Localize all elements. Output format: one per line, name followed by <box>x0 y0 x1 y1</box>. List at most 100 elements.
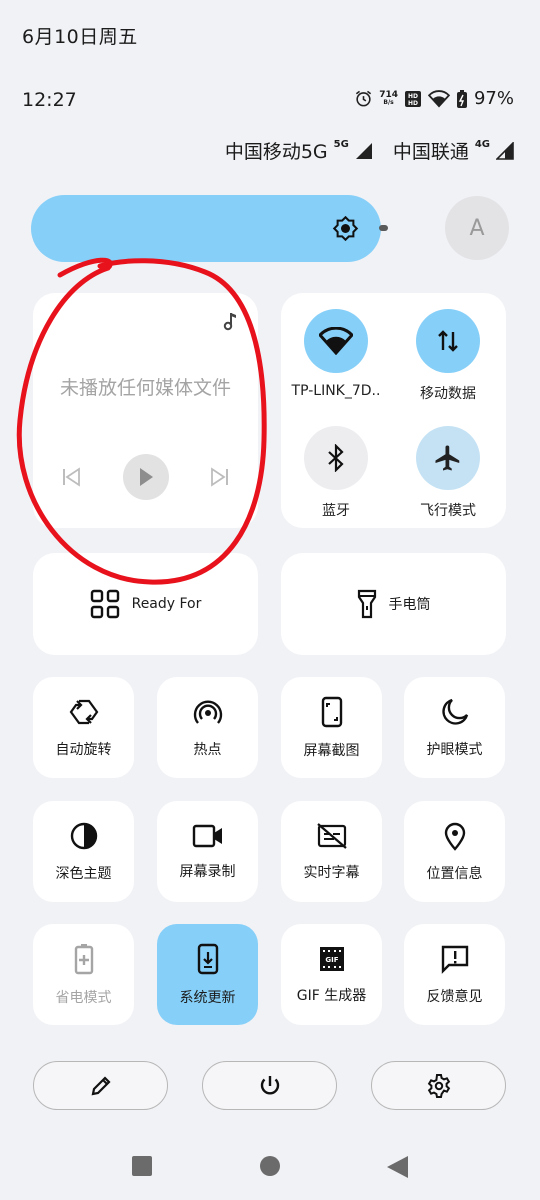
battery-saver-icon <box>74 943 93 974</box>
tile-airplane-mode[interactable]: 飞行模式 <box>393 426 503 520</box>
tile-label: GIF 生成器 <box>296 987 367 1004</box>
back-icon[interactable] <box>385 1155 409 1179</box>
tile-label: 蓝牙 <box>322 503 350 519</box>
tile-label: TP-LINK_7D.. <box>291 383 381 399</box>
carrier-1-gen: 5G <box>333 139 349 150</box>
power-button[interactable] <box>202 1061 337 1110</box>
dark-theme-tile[interactable]: 深色主题 <box>33 801 134 902</box>
tile-label: 实时字幕 <box>303 864 360 881</box>
tile-label: 系统更新 <box>179 989 236 1006</box>
moon-icon <box>441 698 468 725</box>
wifi-status-icon <box>427 89 450 108</box>
tile-mobile-data[interactable]: 移动数据 <box>393 309 503 403</box>
date-label: 6月10日周五 <box>22 26 138 48</box>
brightness-slider-handle[interactable] <box>379 225 388 231</box>
battery-icon <box>456 89 467 108</box>
flashlight-tile[interactable]: 手电筒 <box>281 553 506 655</box>
auto-rotate-tile[interactable]: 自动旋转 <box>33 677 134 778</box>
wifi-toggle[interactable] <box>304 309 368 373</box>
screen-record-tile[interactable]: 屏幕录制 <box>157 801 258 902</box>
svg-text:HD: HD <box>408 100 418 107</box>
music-note-icon <box>223 313 236 331</box>
airplane-toggle[interactable] <box>416 426 480 490</box>
screen-record-icon <box>192 824 222 847</box>
recents-icon[interactable] <box>131 1155 153 1177</box>
flashlight-icon <box>357 589 376 619</box>
next-track-icon[interactable] <box>210 467 230 487</box>
power-icon <box>260 1075 279 1094</box>
play-icon <box>140 468 153 486</box>
tile-label: 屏幕截图 <box>303 742 360 759</box>
location-tile[interactable]: 位置信息 <box>404 801 505 902</box>
wifi-icon <box>319 327 353 355</box>
tile-label: 热点 <box>193 741 222 758</box>
user-avatar[interactable]: A <box>445 196 509 260</box>
svg-text:HD: HD <box>408 93 418 100</box>
location-icon <box>444 822 465 851</box>
grid-icon <box>90 589 119 619</box>
hotspot-icon <box>193 700 222 724</box>
tile-label: 位置信息 <box>426 865 483 882</box>
status-icons: 714 B/s HD HD 97% <box>354 88 514 109</box>
home-icon[interactable] <box>259 1155 281 1177</box>
settings-button[interactable] <box>371 1061 506 1110</box>
system-update-tile[interactable]: 系统更新 <box>157 924 258 1025</box>
previous-track-icon[interactable] <box>61 467 81 487</box>
pencil-icon <box>91 1075 111 1095</box>
battery-percent: 97% <box>473 88 514 109</box>
tile-label: 屏幕录制 <box>179 863 236 880</box>
net-speed: 714 B/s <box>379 89 398 107</box>
ready-for-tile[interactable]: Ready For <box>33 553 258 655</box>
net-speed-unit: B/s <box>383 98 394 106</box>
carrier-2-name: 中国联通 <box>392 141 469 163</box>
tile-label: 护眼模式 <box>426 741 483 758</box>
feedback-tile[interactable]: 反馈意见 <box>404 924 505 1025</box>
brightness-icon <box>332 215 359 242</box>
screenshot-tile[interactable]: 屏幕截图 <box>281 677 382 778</box>
signal-icon <box>355 142 372 159</box>
tile-label: 省电模式 <box>55 989 112 1006</box>
eye-comfort-tile[interactable]: 护眼模式 <box>404 677 505 778</box>
alarm-icon <box>356 90 372 107</box>
dark-theme-icon <box>70 822 97 849</box>
airplane-icon <box>435 445 460 471</box>
svg-text:GIF: GIF <box>325 956 338 964</box>
auto-rotate-icon <box>69 699 98 724</box>
connectivity-card: TP-LINK_7D.. 移动数据 蓝牙 飞行模式 <box>281 293 506 528</box>
dual-hd-icon: HDHD <box>404 90 421 107</box>
tile-label: 深色主题 <box>55 865 112 882</box>
tile-label: 手电筒 <box>388 597 431 613</box>
mobile-data-icon <box>438 330 458 352</box>
tile-wifi[interactable]: TP-LINK_7D.. <box>281 309 391 399</box>
bluetooth-icon <box>328 444 344 472</box>
live-caption-icon <box>316 822 347 849</box>
tile-label: Ready For <box>131 596 202 612</box>
clock: 12:27 <box>22 89 77 111</box>
carrier-1-name: 中国移动5G <box>224 141 328 163</box>
feedback-icon <box>441 945 468 974</box>
media-player-card[interactable]: 未播放任何媒体文件 <box>33 293 258 528</box>
tile-label: 移动数据 <box>420 386 476 402</box>
no-media-message: 未播放任何媒体文件 <box>59 377 231 399</box>
play-button[interactable] <box>123 454 169 500</box>
edit-button[interactable] <box>33 1061 168 1110</box>
gif-maker-tile[interactable]: GIF GIF 生成器 <box>281 924 382 1025</box>
screenshot-icon <box>321 696 342 727</box>
brightness-slider[interactable] <box>31 195 381 262</box>
live-caption-tile[interactable]: 实时字幕 <box>281 801 382 902</box>
tile-bluetooth[interactable]: 蓝牙 <box>281 426 391 520</box>
gear-icon <box>427 1073 450 1098</box>
hotspot-tile[interactable]: 热点 <box>157 677 258 778</box>
mobile-data-toggle[interactable] <box>416 309 480 373</box>
net-speed-value: 714 <box>379 89 398 100</box>
bluetooth-toggle[interactable] <box>304 426 368 490</box>
battery-saver-tile[interactable]: 省电模式 <box>33 924 134 1025</box>
carrier-row: 中国移动5G 5G 中国联通 4G <box>225 137 514 164</box>
tile-label: 自动旋转 <box>55 741 112 758</box>
tile-label: 反馈意见 <box>426 988 483 1005</box>
system-update-icon <box>197 943 218 974</box>
carrier-2-gen: 4G <box>474 139 490 150</box>
signal-icon <box>496 141 514 160</box>
gif-icon: GIF <box>319 946 344 971</box>
tile-label: 飞行模式 <box>420 503 476 519</box>
